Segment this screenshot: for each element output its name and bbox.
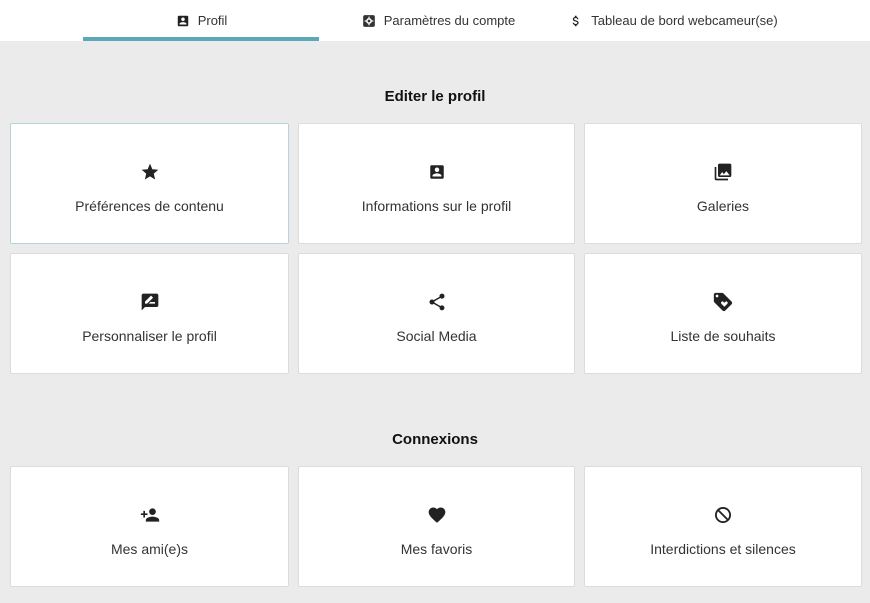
- card-bans-and-mutes[interactable]: Interdictions et silences: [584, 466, 862, 587]
- section-title-connections: Connexions: [392, 431, 478, 448]
- tag-heart-icon: [585, 290, 861, 314]
- card-label: Préférences de contenu: [75, 198, 224, 214]
- card-my-favorites[interactable]: Mes favoris: [298, 466, 575, 587]
- card-customize-profile[interactable]: Personnaliser le profil: [10, 253, 289, 374]
- card-label: Galeries: [696, 198, 750, 214]
- card-galleries[interactable]: Galeries: [584, 123, 862, 244]
- card-wishlist[interactable]: Liste de souhaits: [584, 253, 862, 374]
- card-content-preferences[interactable]: Préférences de contenu: [10, 123, 289, 244]
- dollar-icon: [568, 13, 584, 29]
- card-label: Mes favoris: [400, 541, 473, 557]
- rate-review-icon: [11, 290, 288, 314]
- person-add-icon: [11, 503, 288, 527]
- tab-account-settings[interactable]: Paramètres du compte: [340, 0, 536, 41]
- card-my-friends[interactable]: Mes ami(e)s: [10, 466, 289, 587]
- tab-profil-label: Profil: [197, 13, 228, 28]
- card-label: Liste de souhaits: [670, 328, 776, 344]
- share-icon: [299, 290, 574, 314]
- tab-profil[interactable]: Profil: [83, 0, 319, 41]
- card-label: Interdictions et silences: [650, 541, 796, 557]
- top-tab-bar: Profil Paramètres du compte Tableau de b…: [0, 0, 870, 41]
- account-box-icon: [299, 160, 574, 184]
- tab-account-settings-label: Paramètres du compte: [383, 13, 516, 28]
- star-icon: [11, 160, 288, 184]
- card-profile-information[interactable]: Informations sur le profil: [298, 123, 575, 244]
- card-label: Mes ami(e)s: [110, 541, 188, 557]
- card-label: Informations sur le profil: [361, 198, 512, 214]
- card-social-media[interactable]: Social Media: [298, 253, 575, 374]
- account-box-icon: [175, 13, 191, 29]
- card-label: Social Media: [396, 328, 477, 344]
- card-label: Personnaliser le profil: [82, 328, 217, 344]
- heart-icon: [299, 503, 574, 527]
- block-icon: [585, 503, 861, 527]
- settings-box-icon: [361, 13, 377, 29]
- tab-webcam-dashboard-label: Tableau de bord webcameur(se): [591, 13, 778, 28]
- photo-library-icon: [585, 160, 861, 184]
- section-title-edit-profile: Editer le profil: [384, 88, 486, 105]
- tab-webcam-dashboard[interactable]: Tableau de bord webcameur(se): [560, 0, 786, 41]
